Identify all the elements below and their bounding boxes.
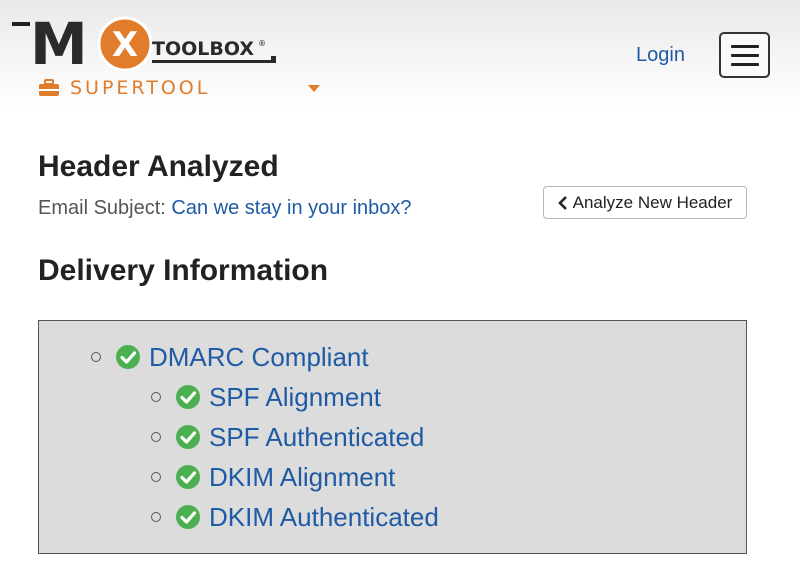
delivery-item-spf-alignment: SPF Alignment <box>151 381 381 413</box>
circle-bullet-icon <box>91 352 101 362</box>
hamburger-menu-icon-bar <box>730 44 759 48</box>
mxtoolbox-logo[interactable]: M X TOOLBOX ® <box>12 6 282 72</box>
logo-mark-letter: M <box>30 10 88 72</box>
login-link[interactable]: Login <box>636 44 685 67</box>
supertool-label: SUPERTOOL <box>70 77 211 99</box>
delivery-item-label[interactable]: SPF Alignment <box>209 382 381 413</box>
email-subject-label: Email Subject: <box>38 197 166 219</box>
delivery-information-panel: DMARC Compliant SPF Alignment SPF Authen… <box>38 320 747 554</box>
toolbox-icon <box>39 79 59 96</box>
circle-bullet-icon <box>151 512 161 522</box>
analyze-new-header-label: Analyze New Header <box>572 192 733 212</box>
delivery-item-dkim-authenticated: DKIM Authenticated <box>151 501 439 533</box>
page: M X TOOLBOX ® SUPERTOOL Login Header Ana… <box>0 0 800 574</box>
delivery-item-label[interactable]: DMARC Compliant <box>149 342 369 373</box>
circle-bullet-icon <box>151 432 161 442</box>
email-subject-row: Email Subject: Can we stay in your inbox… <box>38 197 412 220</box>
svg-text:®: ® <box>258 39 266 48</box>
check-circle-icon <box>176 385 200 409</box>
analyze-new-header-button[interactable]: Analyze New Header <box>543 186 747 219</box>
delivery-item-spf-authenticated: SPF Authenticated <box>151 421 424 453</box>
delivery-item-label[interactable]: DKIM Authenticated <box>209 502 439 533</box>
check-circle-icon <box>116 345 140 369</box>
check-circle-icon <box>176 505 200 529</box>
delivery-item-label[interactable]: DKIM Alignment <box>209 462 395 493</box>
section-title: Delivery Information <box>38 254 329 287</box>
page-title: Header Analyzed <box>38 150 279 183</box>
delivery-item-label[interactable]: SPF Authenticated <box>209 422 424 453</box>
check-circle-icon <box>176 465 200 489</box>
logo-word: TOOLBOX <box>152 38 254 60</box>
circle-bullet-icon <box>151 392 161 402</box>
delivery-item-dkim-alignment: DKIM Alignment <box>151 461 395 493</box>
check-circle-icon <box>176 425 200 449</box>
delivery-item-dmarc-compliant: DMARC Compliant <box>91 341 369 373</box>
email-subject-value[interactable]: Can we stay in your inbox? <box>171 197 411 219</box>
chevron-down-icon[interactable] <box>308 85 320 92</box>
supertool-dropdown[interactable]: SUPERTOOL <box>38 76 328 100</box>
circle-bullet-icon <box>151 472 161 482</box>
hamburger-menu-icon-bar <box>730 62 759 66</box>
site-header: M X TOOLBOX ® SUPERTOOL Login <box>0 0 800 112</box>
logo-x-letter: X <box>112 25 138 65</box>
hamburger-menu-icon-bar <box>730 53 759 57</box>
chevron-left-icon <box>557 195 567 210</box>
hamburger-menu-button[interactable] <box>719 32 770 78</box>
